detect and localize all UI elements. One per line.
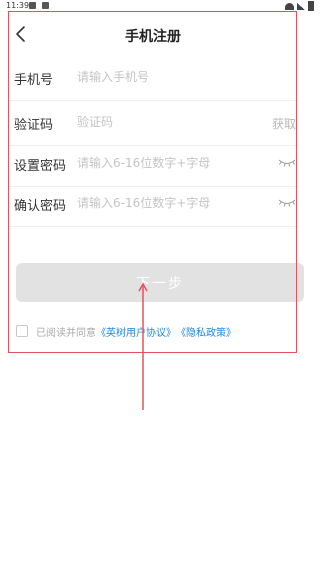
signal-icon — [297, 2, 305, 10]
page-title: 手机注册 — [125, 29, 181, 45]
phone-row: 手机号 — [8, 55, 298, 101]
status-bar: 11:39 — [0, 0, 320, 12]
wifi-icon — [285, 2, 294, 10]
phone-label: 手机号 — [14, 73, 54, 88]
code-label: 验证码 — [14, 118, 54, 133]
eye-closed-icon[interactable] — [278, 157, 296, 169]
user-agreement-link[interactable]: 《英树用户协议》 — [96, 324, 176, 339]
confirm-password-label: 确认密码 — [14, 199, 67, 214]
phone-input[interactable] — [77, 66, 267, 88]
confirm-password-input[interactable] — [77, 192, 267, 214]
code-input[interactable] — [77, 111, 227, 133]
header: 手机注册 — [8, 20, 298, 50]
privacy-policy-link[interactable]: 《隐私政策》 — [176, 324, 236, 339]
code-row: 验证码 获取 — [8, 100, 298, 146]
annotation-arrow-icon — [138, 282, 148, 410]
get-code-button[interactable]: 获取 — [272, 115, 296, 132]
agreement-checkbox[interactable] — [16, 325, 28, 337]
notification-icon — [29, 2, 36, 9]
password-input[interactable] — [77, 152, 267, 174]
password-label: 设置密码 — [14, 159, 67, 174]
eye-closed-icon[interactable] — [278, 197, 296, 209]
status-time: 11:39 — [6, 1, 30, 10]
agreement-prefix: 已阅读并同意 — [36, 327, 96, 339]
next-button[interactable]: 下一步 — [16, 263, 304, 302]
confirm-password-row: 确认密码 — [8, 181, 298, 227]
agreement: 已阅读并同意 《英树用户协议》 《隐私政策》 — [16, 324, 236, 339]
battery-icon — [308, 1, 314, 11]
app-notification-icon — [42, 2, 49, 9]
